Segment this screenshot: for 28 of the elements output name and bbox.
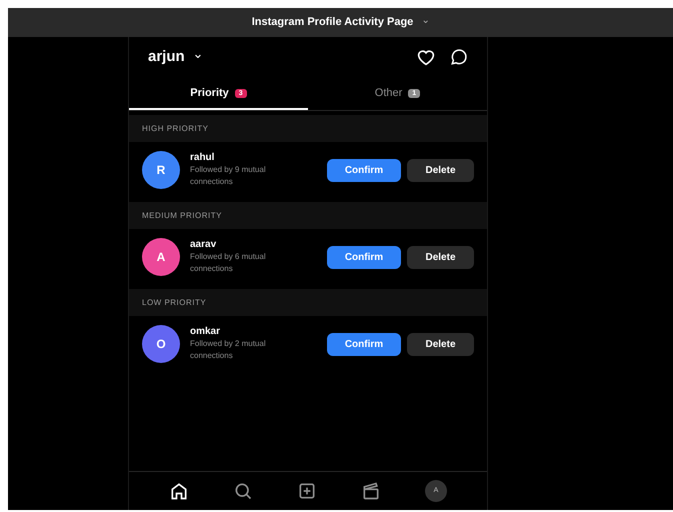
confirm-button[interactable]: Confirm [327,332,401,356]
caret-icon[interactable]: ⌄ [192,46,204,60]
avatar: A [142,238,180,276]
section-heading: MEDIUM PRIORITY [142,210,222,222]
window-title: Instagram Profile Activity Page [252,15,414,30]
clapperboard-icon[interactable] [361,481,381,501]
confirm-button[interactable]: Confirm [327,246,401,268]
mutual-connections-text: Followed by 9 mutual connections [190,164,267,188]
section-heading: HIGH PRIORITY [142,122,209,134]
username: aarav [190,239,218,251]
avatar: O [142,325,180,363]
heart-icon[interactable] [416,48,436,66]
avatar: R [142,151,180,189]
section-heading: LOW PRIORITY [142,296,206,308]
delete-button[interactable]: Delete [407,246,474,268]
search-icon[interactable] [233,481,253,501]
username: rahul [190,152,216,164]
username: omkar [190,326,222,338]
username: arjun [148,46,185,67]
delete-button[interactable]: Delete [407,332,474,356]
caret-icon[interactable]: ⌄ [421,16,430,26]
chat-bubble-icon[interactable] [450,48,468,66]
confirm-button[interactable]: Confirm [327,158,401,182]
home-icon[interactable] [169,481,189,501]
plus-square-icon[interactable] [297,481,317,501]
mutual-connections-text: Followed by 2 mutual connections [190,338,267,362]
delete-button[interactable]: Delete [407,158,474,182]
mutual-connections-text: Followed by 6 mutual connections [190,251,267,275]
